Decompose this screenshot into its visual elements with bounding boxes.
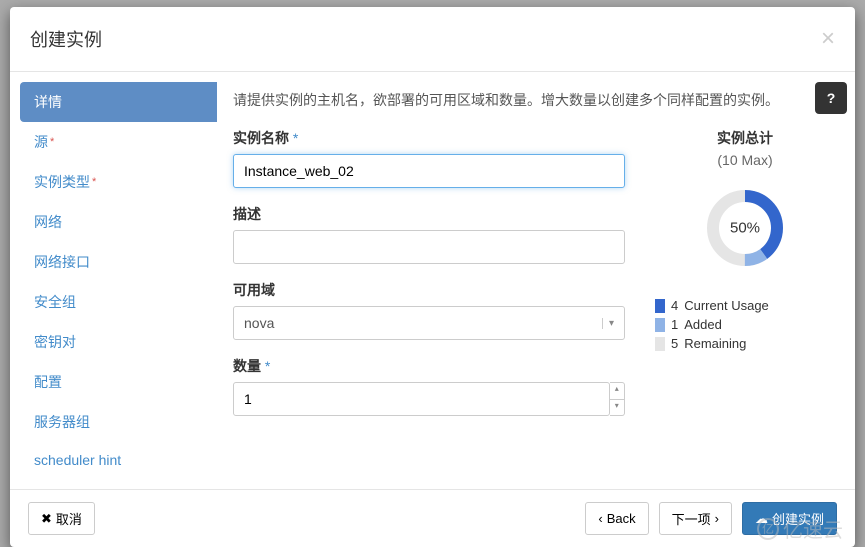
count-input[interactable] bbox=[233, 382, 610, 416]
count-increment[interactable]: ▴ bbox=[610, 383, 624, 400]
usage-donut-chart: 50% bbox=[705, 188, 785, 268]
summary-max: (10 Max) bbox=[655, 152, 835, 168]
cancel-button[interactable]: ✖取消 bbox=[28, 502, 95, 535]
availability-zone-label: 可用域 bbox=[233, 280, 625, 300]
availability-zone-select[interactable]: nova ▾ bbox=[233, 306, 625, 340]
sidebar-item-server-group[interactable]: 服务器组 bbox=[20, 402, 217, 442]
count-label: 数量 * bbox=[233, 356, 625, 376]
close-icon[interactable]: × bbox=[821, 25, 835, 53]
create-instance-modal: 创建实例 × 详情 源* 实例类型* 网络 网络接口 安全组 密钥对 配置 服务… bbox=[10, 7, 855, 547]
chevron-right-icon: › bbox=[715, 511, 719, 526]
sidebar-item-flavor[interactable]: 实例类型* bbox=[20, 162, 217, 202]
instance-name-input[interactable] bbox=[233, 154, 625, 188]
description-label: 描述 bbox=[233, 204, 625, 224]
legend-added: 1Added bbox=[655, 317, 835, 332]
close-icon: ✖ bbox=[41, 511, 52, 527]
next-button[interactable]: 下一项› bbox=[659, 502, 732, 535]
sidebar-item-configuration[interactable]: 配置 bbox=[20, 362, 217, 402]
sidebar-item-scheduler-hint[interactable]: scheduler hint bbox=[20, 442, 217, 478]
sidebar-item-ports[interactable]: 网络接口 bbox=[20, 242, 217, 282]
wizard-content: ? 请提供实例的主机名，欲部署的可用区域和数量。增大数量以创建多个同样配置的实例… bbox=[217, 72, 855, 489]
help-icon[interactable]: ? bbox=[815, 82, 847, 114]
wizard-sidebar: 详情 源* 实例类型* 网络 网络接口 安全组 密钥对 配置 服务器组 sche… bbox=[10, 72, 217, 489]
back-button[interactable]: ‹Back bbox=[585, 502, 648, 535]
instance-name-label: 实例名称 * bbox=[233, 128, 625, 148]
sidebar-item-security-groups[interactable]: 安全组 bbox=[20, 282, 217, 322]
count-decrement[interactable]: ▾ bbox=[610, 400, 624, 416]
description-input[interactable] bbox=[233, 230, 625, 264]
sidebar-item-keypair[interactable]: 密钥对 bbox=[20, 322, 217, 362]
required-asterisk: * bbox=[50, 136, 54, 148]
donut-percent: 50% bbox=[730, 220, 760, 237]
instance-summary: 实例总计 (10 Max) 50% 4Current Usage 1Added bbox=[655, 128, 835, 432]
legend-remaining: 5Remaining bbox=[655, 336, 835, 351]
modal-title: 创建实例 bbox=[30, 26, 102, 52]
modal-header: 创建实例 × bbox=[10, 7, 855, 72]
required-asterisk: * bbox=[92, 176, 96, 188]
chevron-left-icon: ‹ bbox=[598, 511, 602, 526]
step-description: 请提供实例的主机名，欲部署的可用区域和数量。增大数量以创建多个同样配置的实例。 bbox=[233, 90, 835, 110]
chevron-down-icon: ▾ bbox=[602, 318, 614, 329]
modal-footer: ✖取消 ‹Back 下一项› ☁创建实例 亿亿速云 bbox=[10, 489, 855, 547]
legend-current-usage: 4Current Usage bbox=[655, 298, 835, 313]
chart-legend: 4Current Usage 1Added 5Remaining bbox=[655, 298, 835, 351]
cloud-upload-icon: ☁ bbox=[755, 511, 768, 527]
create-instance-button[interactable]: ☁创建实例 bbox=[742, 502, 837, 535]
sidebar-item-metadata[interactable]: 元数据 bbox=[20, 478, 217, 489]
sidebar-item-details[interactable]: 详情 bbox=[20, 82, 217, 122]
summary-title: 实例总计 bbox=[655, 128, 835, 148]
sidebar-item-source[interactable]: 源* bbox=[20, 122, 217, 162]
sidebar-item-network[interactable]: 网络 bbox=[20, 202, 217, 242]
